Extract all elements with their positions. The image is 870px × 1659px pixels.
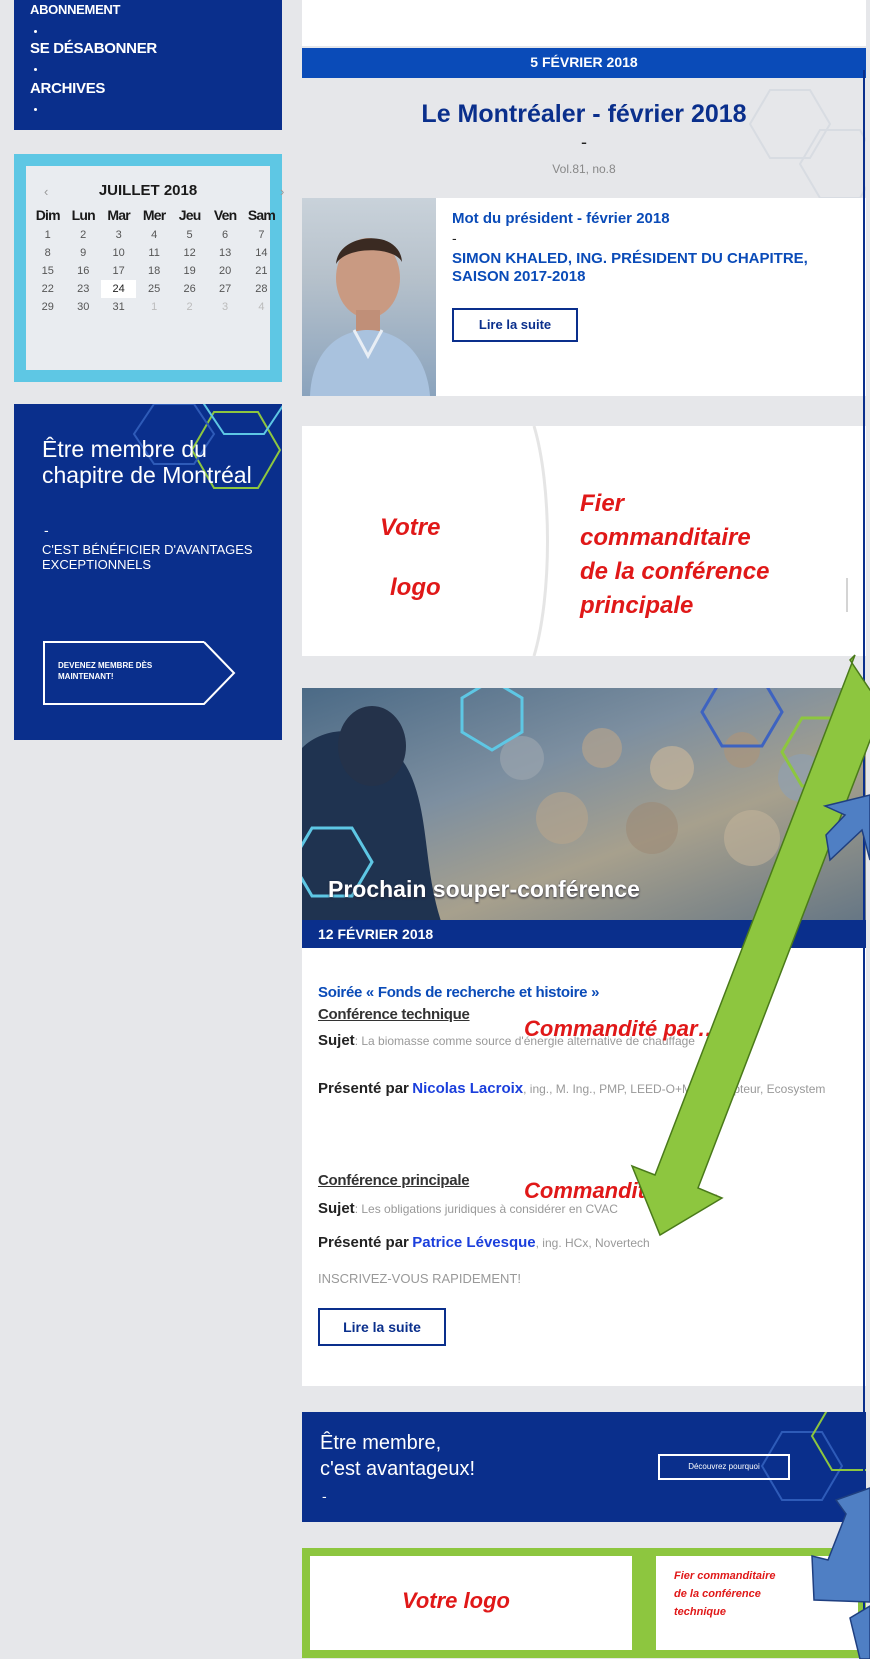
blue-arrow-icon bbox=[849, 1605, 870, 1659]
annotation-overlay bbox=[630, 70, 870, 1659]
blue-arrow-icon bbox=[811, 1487, 870, 1603]
green-arrow-icon bbox=[630, 654, 870, 1237]
